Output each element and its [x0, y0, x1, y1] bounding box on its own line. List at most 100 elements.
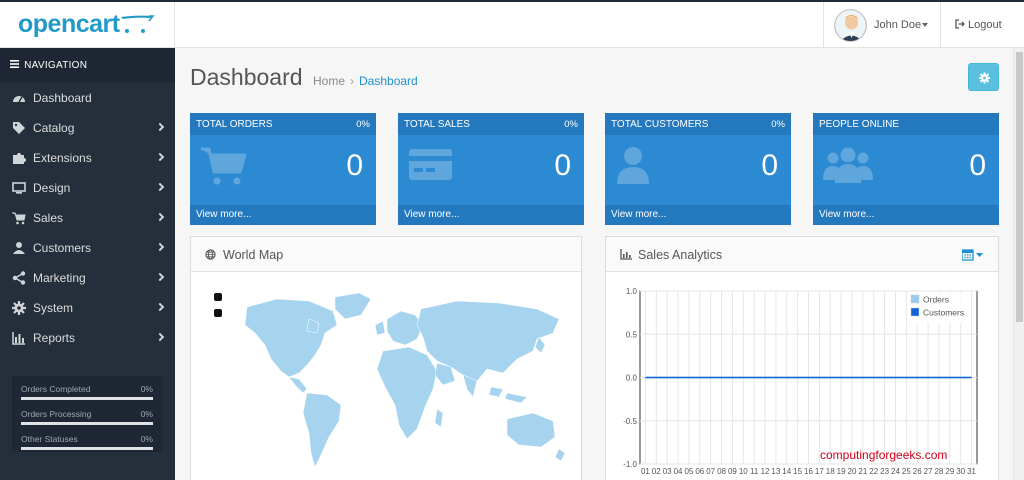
user-avatar[interactable] — [834, 9, 867, 42]
world-map[interactable] — [237, 289, 567, 479]
y-tick-label: -1.0 — [623, 460, 637, 469]
sidebar-item-label: Design — [33, 181, 71, 195]
tile-percent: 0% — [564, 119, 578, 130]
map-zoom-in-button[interactable] — [214, 293, 222, 301]
chevron-right-icon — [155, 152, 165, 162]
tile-title: TOTAL ORDERS — [196, 119, 273, 130]
sidebar-item-customers[interactable]: Customers — [0, 233, 175, 263]
cart-icon — [201, 147, 246, 185]
navigation-heading[interactable]: NAVIGATION — [0, 48, 175, 83]
x-tick-label: 18 — [826, 467, 835, 476]
y-tick-label: 0.0 — [626, 374, 638, 383]
view-more-link[interactable]: View more... — [605, 205, 791, 225]
status-progress-bar — [21, 422, 153, 425]
page-title: Dashboard — [190, 64, 303, 90]
calendar-dropdown-button[interactable] — [962, 249, 984, 261]
tile-value: 0 — [969, 149, 986, 182]
scrollbar-thumb[interactable] — [1016, 52, 1023, 322]
tile-people-online: PEOPLE ONLINE 0 View more... — [813, 113, 999, 225]
gear-icon — [12, 301, 26, 315]
tile-total-customers: TOTAL CUSTOMERS 0% 0 View more... — [605, 113, 791, 225]
x-tick-label: 06 — [695, 467, 704, 476]
status-value: 0% — [140, 434, 153, 444]
sidebar-item-design[interactable]: Design — [0, 173, 175, 203]
panel-header: World Map — [191, 237, 581, 272]
status-progress-bar — [21, 397, 153, 400]
user-name[interactable]: John Doe — [874, 19, 921, 31]
x-tick-label: 30 — [956, 467, 965, 476]
tile-total-sales: TOTAL SALES 0% 0 View more... — [398, 113, 584, 225]
watermark: computingforgeeks.com — [820, 448, 948, 462]
x-tick-label: 09 — [728, 467, 737, 476]
sign-out-icon — [955, 19, 965, 29]
settings-button[interactable] — [968, 63, 999, 91]
chevron-right-icon — [155, 182, 165, 192]
x-tick-label: 26 — [913, 467, 922, 476]
user-icon — [617, 147, 649, 184]
x-tick-label: 21 — [858, 467, 867, 476]
user-menu[interactable]: John Doe — [823, 2, 941, 48]
sidebar-item-label: Customers — [33, 241, 92, 255]
sidebar-item-marketing[interactable]: Marketing — [0, 263, 175, 293]
x-tick-label: 04 — [674, 467, 683, 476]
breadcrumb-current[interactable]: Dashboard — [359, 74, 418, 88]
share-icon — [12, 271, 26, 285]
map-zoom-out-button[interactable] — [214, 309, 222, 317]
brand-logo[interactable]: opencart — [18, 10, 120, 39]
sidebar-item-label: Marketing — [33, 271, 86, 285]
x-tick-label: 24 — [891, 467, 900, 476]
sidebar-item-reports[interactable]: Reports — [0, 323, 175, 353]
sidebar-item-label: Sales — [33, 211, 64, 225]
cart-icon — [12, 212, 26, 225]
avatar-image — [835, 10, 866, 41]
gear-icon — [979, 72, 990, 84]
legend-label: Customers — [923, 308, 964, 318]
x-tick-label: 16 — [804, 467, 813, 476]
sidebar-item-dashboard[interactable]: Dashboard — [0, 83, 175, 113]
sidebar-item-label: Catalog — [33, 121, 75, 135]
tile-percent: 0% — [356, 119, 370, 130]
sales-analytics-panel: Sales Analytics 1.0 0.5 0.0 -0.5 -1.0 01 02 03 0… — [605, 236, 999, 480]
chevron-right-icon — [155, 122, 165, 132]
chevron-right-icon — [155, 272, 165, 282]
x-tick-label: 23 — [880, 467, 889, 476]
logout-label[interactable]: Logout — [968, 19, 1002, 31]
x-tick-label: 08 — [717, 467, 726, 476]
logout-link[interactable]: Logout — [955, 19, 1002, 31]
sidebar-item-label: System — [33, 301, 74, 315]
y-tick-label: -0.5 — [623, 417, 637, 426]
status-value: 0% — [140, 384, 153, 394]
view-more-link[interactable]: View more... — [398, 205, 584, 225]
order-status-box: Orders Completed 0% Orders Processing 0%… — [12, 376, 162, 452]
sidebar-item-sales[interactable]: Sales — [0, 203, 175, 233]
users-icon — [823, 147, 873, 183]
panel-title: World Map — [223, 248, 284, 262]
sidebar-item-extensions[interactable]: Extensions — [0, 143, 175, 173]
tile-value: 0 — [554, 149, 571, 182]
view-more-link[interactable]: View more... — [190, 205, 376, 225]
chevron-right-icon — [155, 302, 165, 312]
x-tick-label: 07 — [706, 467, 715, 476]
legend-label: Orders — [923, 295, 949, 305]
chevron-down-icon[interactable] — [922, 23, 928, 27]
chevron-right-icon — [155, 332, 165, 342]
area-chart-icon — [620, 249, 632, 260]
x-tick-label: 20 — [848, 467, 857, 476]
menu-bars-icon[interactable] — [10, 60, 19, 68]
x-tick-label: 19 — [837, 467, 846, 476]
status-row: Orders Processing 0% — [21, 405, 153, 430]
page-scrollbar[interactable] — [1013, 48, 1024, 480]
breadcrumb-home[interactable]: Home — [313, 74, 345, 88]
x-tick-label: 31 — [967, 467, 976, 476]
sidebar-item-label: Dashboard — [33, 91, 92, 105]
tile-title: PEOPLE ONLINE — [819, 119, 900, 130]
brand-area[interactable]: opencart — [0, 2, 175, 48]
x-tick-label: 03 — [663, 467, 672, 476]
status-label: Other Statuses — [21, 434, 78, 444]
view-more-link[interactable]: View more... — [813, 205, 999, 225]
sidebar-item-catalog[interactable]: Catalog — [0, 113, 175, 143]
sidebar-item-system[interactable]: System — [0, 293, 175, 323]
status-row: Orders Completed 0% — [21, 380, 153, 405]
sidebar: NAVIGATION Dashboard Catalog Extensions … — [0, 48, 175, 480]
tag-icon — [13, 122, 25, 134]
